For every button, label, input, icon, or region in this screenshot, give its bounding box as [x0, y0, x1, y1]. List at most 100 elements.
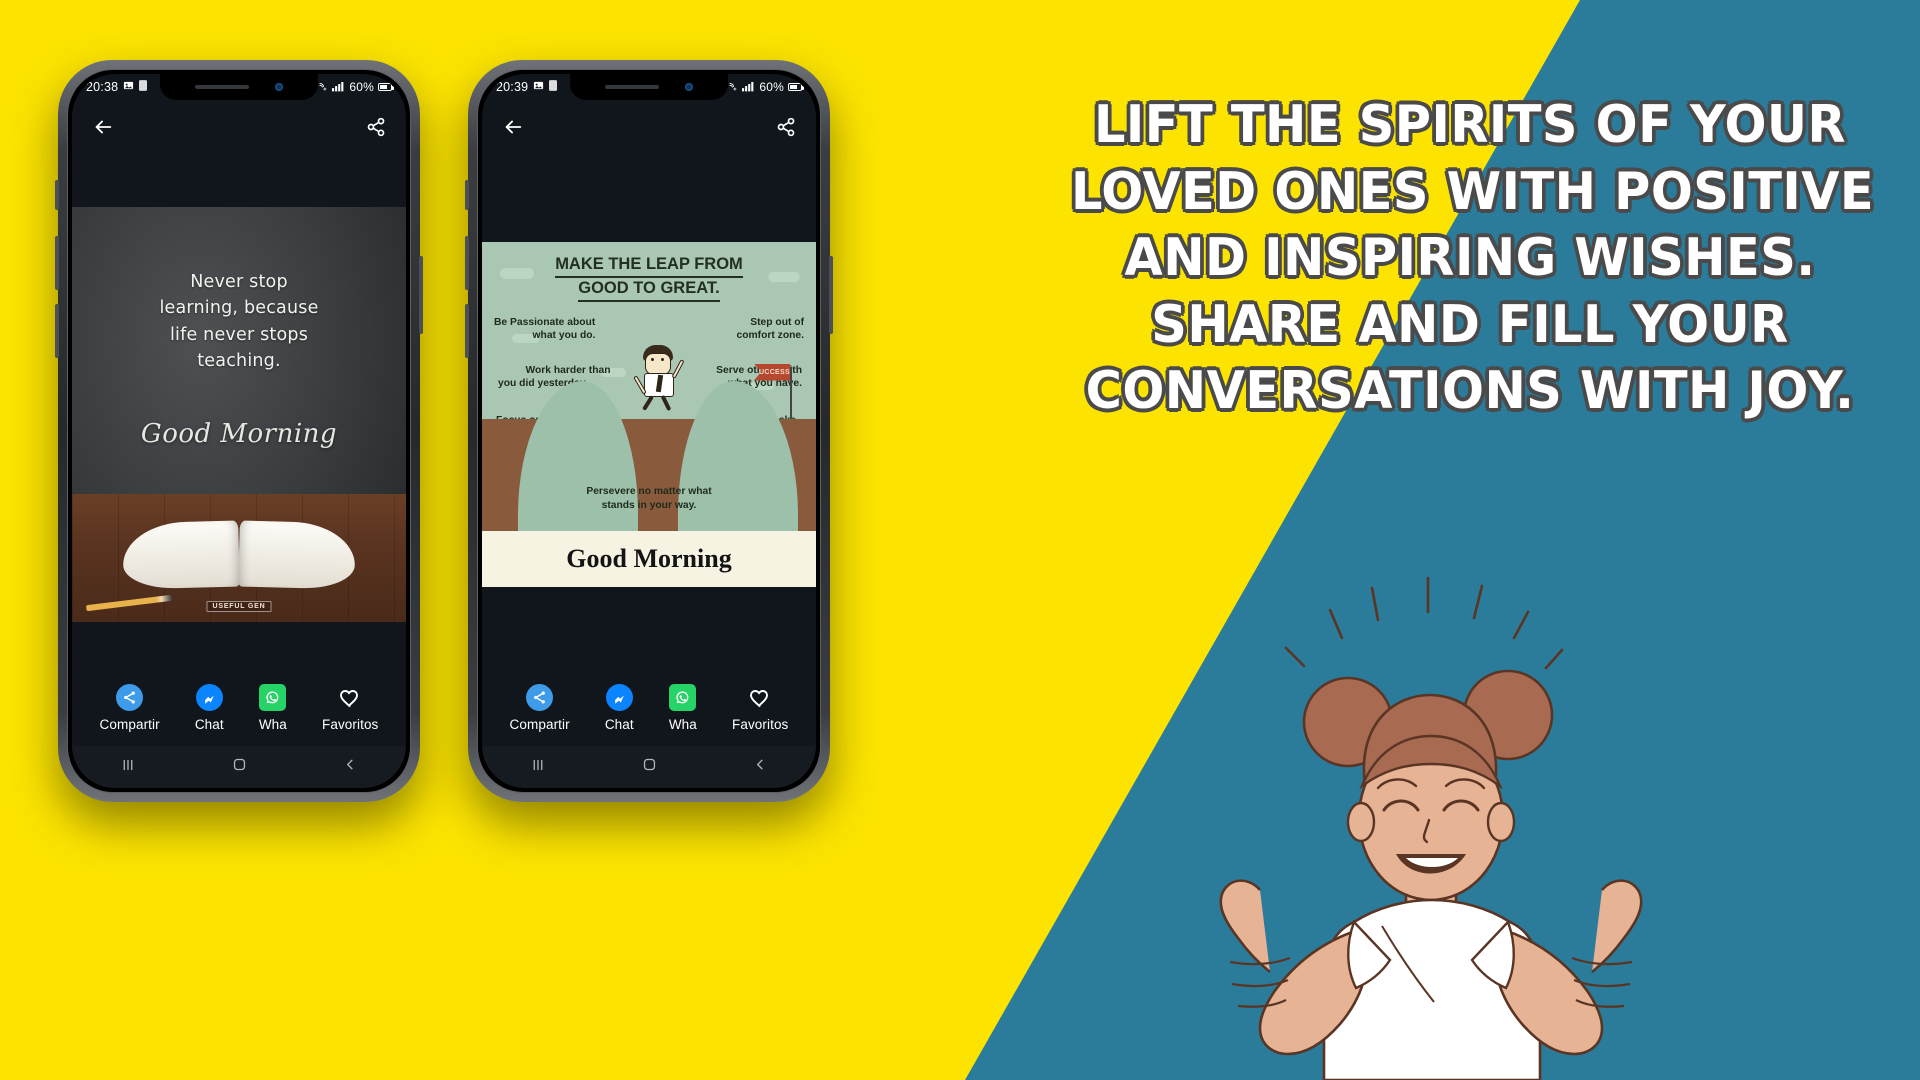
phone1-bezel: 20:38 60% Never stop learning, because l… [67, 69, 411, 793]
phone2-bezel: 20:39 60% MAKE THE LEAP FROM GOOD TO GRE… [477, 69, 821, 793]
whatsapp-action-button[interactable]: Wha [669, 684, 697, 732]
phone2-screen: 20:39 60% MAKE THE LEAP FROM GOOD TO GRE… [482, 74, 816, 788]
phone2-action-bar: Compartir Chat Wha Favoritos [482, 674, 816, 746]
whatsapp-icon [669, 684, 697, 711]
watermark-label: USEFUL GEN [206, 600, 272, 612]
home-icon[interactable] [641, 756, 658, 778]
chat-action-label: Chat [604, 717, 634, 732]
headline-line-3: AND INSPIRING WISHES. [1124, 228, 1816, 289]
phone1-android-nav-bar [72, 746, 406, 788]
headline-line-5: CONVERSATIONS WITH JOY. [1085, 361, 1855, 422]
quote-line-4: teaching. [197, 351, 281, 372]
quote-text: Never stop learning, because life never … [72, 269, 406, 375]
phone2-app-toolbar [482, 100, 816, 154]
share-action-button[interactable]: Compartir [510, 684, 570, 732]
messenger-icon [605, 684, 633, 711]
whatsapp-action-button[interactable]: Wha [259, 684, 287, 732]
book-page-left [122, 519, 240, 590]
phone2-mute-button[interactable] [465, 180, 469, 210]
quote-line-2: learning, because [159, 298, 319, 319]
man-head [645, 352, 671, 375]
quote-line-3: life never stops [169, 324, 309, 345]
infographic-footer-greeting: Good Morning [482, 530, 816, 587]
greeting-text: Good Morning [140, 418, 338, 449]
infographic-title-line-1: MAKE THE LEAP FROM [555, 254, 743, 278]
share-icon[interactable] [776, 117, 796, 137]
quote-card-leap-infographic[interactable]: MAKE THE LEAP FROM GOOD TO GREAT. Be Pas… [482, 241, 816, 587]
infographic-tip-top-left: Be Passionate about what you do. [494, 316, 596, 342]
phone2-status-time: 20:39 [496, 80, 529, 94]
nfc-icon [318, 81, 328, 94]
favorites-action-label: Favoritos [321, 717, 379, 732]
chat-action-label: Chat [194, 717, 224, 732]
messenger-icon [195, 684, 223, 711]
app-notification-icon [139, 80, 148, 94]
phone1-action-bar: Compartir Chat Wha Favoritos [72, 674, 406, 746]
phone2-status-right: 60% [728, 80, 804, 94]
share-icon [526, 684, 554, 711]
battery-icon [788, 83, 804, 91]
infographic-title: MAKE THE LEAP FROM GOOD TO GREAT. [482, 254, 816, 303]
image-icon [123, 80, 134, 94]
share-icon [116, 684, 144, 711]
nfc-icon [728, 81, 738, 94]
phone1-status-time: 20:38 [86, 80, 119, 94]
phone1-volume-down-button[interactable] [55, 304, 59, 358]
man-eye-left [651, 357, 654, 361]
recents-icon[interactable] [119, 756, 137, 779]
heart-icon [337, 684, 364, 711]
quote-card-blackboard[interactable]: Never stop learning, because life never … [72, 206, 406, 622]
open-book-illustration [122, 519, 356, 590]
man-leg-left [642, 394, 654, 411]
phone1-battery-percent: 60% [349, 80, 374, 94]
share-action-button[interactable]: Compartir [100, 684, 160, 732]
man-leg-right [660, 394, 672, 411]
phone2-volume-down-button[interactable] [465, 304, 469, 358]
success-flag-pole [790, 366, 792, 419]
back-arrow-icon[interactable] [502, 116, 524, 138]
infographic-tip-top-right: Step out of comfort zone. [736, 316, 804, 342]
favorites-action-button[interactable]: Favoritos [732, 684, 788, 732]
back-icon[interactable] [342, 756, 359, 778]
phone-mockup-right: 20:39 60% MAKE THE LEAP FROM GOOD TO GRE… [465, 60, 833, 802]
back-arrow-icon[interactable] [92, 116, 114, 138]
share-action-label: Compartir [99, 717, 160, 732]
man-arm-right [671, 358, 685, 379]
phone2-status-left: 20:39 [496, 80, 558, 94]
signal-icon [332, 81, 345, 94]
back-icon[interactable] [752, 756, 769, 778]
phone1-status-right: 60% [318, 80, 394, 94]
phone2-volume-up-button[interactable] [465, 236, 469, 290]
home-icon[interactable] [231, 756, 248, 778]
phone1-mute-button[interactable] [55, 180, 59, 210]
phone2-power-button[interactable] [829, 256, 833, 334]
phone1-volume-up-button[interactable] [55, 236, 59, 290]
headline-line-2: LOVED ONES WITH POSITIVE [1071, 161, 1875, 222]
signal-icon [742, 81, 755, 94]
phone1-screen: 20:38 60% Never stop learning, because l… [72, 74, 406, 788]
quote-line-1: Never stop [190, 271, 288, 292]
businessman-jumping-illustration [633, 344, 690, 411]
share-action-label: Compartir [509, 717, 570, 732]
smiling-woman-thumbs-up-illustration [1110, 570, 1750, 1080]
phone-mockup-left: 20:38 60% Never stop learning, because l… [55, 60, 423, 802]
heart-icon [747, 684, 774, 711]
book-page-right [238, 519, 356, 590]
battery-icon [378, 83, 394, 91]
headline-line-1: LIFT THE SPIRITS OF YOUR [1093, 95, 1847, 155]
favorites-action-label: Favoritos [731, 717, 789, 732]
phone1-power-button[interactable] [419, 256, 423, 334]
favorites-action-button[interactable]: Favoritos [322, 684, 378, 732]
infographic-title-line-2: GOOD TO GREAT. [578, 278, 720, 303]
recents-icon[interactable] [529, 756, 547, 779]
whatsapp-action-label: Wha [668, 717, 697, 732]
phone1-content-area: Never stop learning, because life never … [72, 154, 406, 674]
chat-action-button[interactable]: Chat [605, 684, 634, 732]
phone1-status-left: 20:38 [86, 80, 148, 94]
whatsapp-icon [259, 684, 287, 711]
chat-action-button[interactable]: Chat [195, 684, 224, 732]
man-eye-right [661, 357, 664, 361]
image-icon [533, 80, 544, 94]
share-icon[interactable] [366, 117, 386, 137]
whatsapp-action-label: Wha [258, 717, 287, 732]
